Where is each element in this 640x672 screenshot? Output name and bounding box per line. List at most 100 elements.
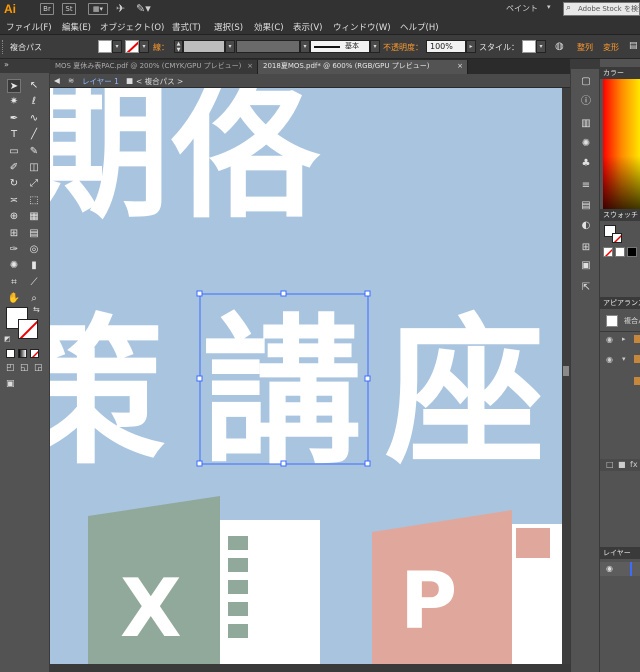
close-icon[interactable]: × (457, 60, 463, 73)
swatch-white[interactable] (615, 247, 625, 257)
draw-behind-icon[interactable]: ◱ (20, 363, 29, 373)
pen-tool-icon[interactable]: ✒ (7, 112, 21, 126)
recolor-artwork-icon[interactable]: ◍ (555, 41, 564, 52)
fill-dropdown[interactable]: ▾ (112, 40, 122, 53)
menu-view[interactable]: 表示(V) (293, 21, 322, 33)
add-stroke-icon[interactable]: □ (606, 460, 614, 469)
scale-tool-icon[interactable]: ⤢ (27, 177, 41, 191)
gradient-mode-icon[interactable] (18, 349, 27, 358)
none-mode-icon[interactable] (30, 349, 39, 358)
visibility-eye-icon[interactable]: ◉ (606, 564, 613, 573)
stroke-swatch-mini[interactable] (634, 335, 640, 343)
color-spectrum[interactable] (603, 79, 640, 219)
layer-row[interactable]: ◉ (600, 562, 640, 576)
width-tool-icon[interactable]: ≍ (7, 194, 21, 208)
shape-builder-tool-icon[interactable]: ⊕ (7, 210, 21, 224)
artboard-tool-icon[interactable]: ⌗ (7, 276, 21, 290)
fill-swatch-mini[interactable] (634, 355, 640, 363)
brush-definition-dropdown[interactable]: ▾ (370, 40, 380, 53)
vertical-scrollbar[interactable] (562, 88, 570, 664)
menu-object[interactable]: オブジェクト(O) (100, 21, 164, 33)
brush-definition-field[interactable]: 基本 (310, 40, 370, 53)
variable-width-dropdown[interactable]: ▾ (300, 40, 310, 53)
export-icon[interactable]: ⇱ (579, 281, 593, 295)
graphic-styles-icon[interactable]: ⊞ (579, 241, 593, 255)
rotate-tool-icon[interactable]: ↻ (7, 177, 21, 191)
workspace-dropdown-icon[interactable]: ▾ (547, 3, 551, 11)
libraries-icon[interactable]: ▢ (579, 75, 593, 89)
add-fill-icon[interactable]: ■ (618, 460, 626, 469)
lasso-tool-icon[interactable]: ℓ (27, 95, 41, 109)
artboard-canvas[interactable]: 期佫 策 講 座 X P (50, 88, 562, 664)
stroke-panel-icon[interactable]: ≡ (579, 179, 593, 193)
blend-tool-icon[interactable]: ◎ (27, 243, 41, 257)
curvature-tool-icon[interactable]: ∿ (27, 112, 41, 126)
symbols-icon[interactable]: ♣ (579, 157, 593, 171)
close-icon[interactable]: × (247, 60, 253, 73)
control-bar-grip[interactable] (2, 40, 6, 54)
transparency-icon[interactable]: ◐ (579, 219, 593, 233)
layers-panel-icon[interactable]: ▣ (579, 259, 593, 273)
bridge-icon[interactable]: Br (40, 3, 54, 15)
breadcrumb-item[interactable]: < 複合パス > (136, 76, 183, 87)
opacity-swatch-mini[interactable] (634, 377, 640, 385)
graphic-style-swatch[interactable] (522, 40, 536, 53)
info-icon[interactable]: ⓘ (579, 95, 593, 109)
heading-char-2[interactable]: 講 (202, 299, 362, 486)
rectangle-tool-icon[interactable]: ▭ (7, 145, 21, 159)
variable-width-profile[interactable] (236, 40, 300, 53)
tab-document-1[interactable]: MOS 夏休み表PAC.pdf @ 200% (CMYK/GPU プレビュー) … (50, 60, 258, 74)
tab-color[interactable]: カラー (600, 67, 640, 79)
selection-tool-icon[interactable]: ➤ (7, 79, 21, 93)
expand-arrow-icon[interactable]: ▸ (622, 335, 626, 343)
swatch-stroke[interactable] (612, 233, 622, 243)
swap-fill-stroke-icon[interactable]: ⇆ (33, 305, 40, 314)
stroke-dropdown[interactable]: ▾ (139, 40, 149, 53)
opacity-field[interactable]: 100% (426, 40, 466, 53)
transform-link[interactable]: 変形 (603, 42, 619, 53)
eraser-tool-icon[interactable]: ◫ (27, 161, 41, 175)
stroke-weight-stepper[interactable]: ▲ ▼ (174, 40, 183, 53)
color-guide-icon[interactable]: ▥ (579, 117, 593, 131)
free-transform-tool-icon[interactable]: ⬚ (27, 194, 41, 208)
stroke-weight-field[interactable] (183, 40, 225, 53)
menu-file[interactable]: ファイル(F) (6, 21, 52, 33)
menu-select[interactable]: 選択(S) (214, 21, 243, 33)
column-graph-tool-icon[interactable]: ▮ (27, 259, 41, 273)
draw-normal-icon[interactable]: ◰ (6, 363, 15, 373)
gradient-tool-icon[interactable]: ▤ (27, 227, 41, 241)
brush-icon[interactable]: ✎▾ (136, 2, 151, 15)
menu-window[interactable]: ウィンドウ(W) (333, 21, 391, 33)
stroke-label[interactable]: 線： (153, 42, 169, 53)
eyedropper-tool-icon[interactable]: ✑ (7, 243, 21, 257)
expand-arrow-icon[interactable]: ▾ (622, 355, 626, 363)
menu-edit[interactable]: 編集(E) (62, 21, 91, 33)
direct-selection-tool-icon[interactable]: ↖ (27, 79, 41, 93)
tab-document-2[interactable]: 2018夏MOS.pdf* @ 600% (RGB/GPU プレビュー) × (258, 60, 468, 74)
stroke-weight-dropdown[interactable]: ▾ (225, 40, 235, 53)
perspective-grid-tool-icon[interactable]: ▦ (27, 210, 41, 224)
collapse-arrows-icon[interactable]: » (4, 60, 9, 69)
horizontal-scrollbar[interactable] (50, 664, 570, 672)
visibility-eye-icon[interactable]: ◉ (606, 355, 613, 364)
screen-mode-icon[interactable]: ▣ (6, 379, 15, 389)
opacity-dropdown[interactable]: ▸ (466, 40, 476, 53)
more-options-icon[interactable]: ▤ (629, 41, 638, 51)
paintbrush-tool-icon[interactable]: ✎ (27, 145, 41, 159)
stroke-color-box[interactable] (18, 319, 38, 339)
swatch-none[interactable] (603, 247, 613, 257)
stock-icon[interactable]: St (62, 3, 76, 15)
default-colors-icon[interactable]: ◩ (4, 335, 11, 343)
menu-effect[interactable]: 効果(C) (254, 21, 284, 33)
color-mode-icon[interactable] (6, 349, 15, 358)
add-effect-icon[interactable]: fx (630, 460, 638, 469)
hand-tool-icon[interactable]: ✋ (7, 292, 21, 306)
magic-wand-tool-icon[interactable]: ✷ (7, 95, 21, 109)
slice-tool-icon[interactable]: ⟋ (27, 276, 41, 290)
align-link[interactable]: 整列 (577, 42, 593, 53)
gradient-panel-icon[interactable]: ▤ (579, 199, 593, 213)
symbol-sprayer-tool-icon[interactable]: ✺ (7, 259, 21, 273)
tab-layers[interactable]: レイヤー (600, 547, 640, 559)
brushes-icon[interactable]: ✺ (579, 137, 593, 151)
draw-inside-icon[interactable]: ◲ (34, 363, 43, 373)
